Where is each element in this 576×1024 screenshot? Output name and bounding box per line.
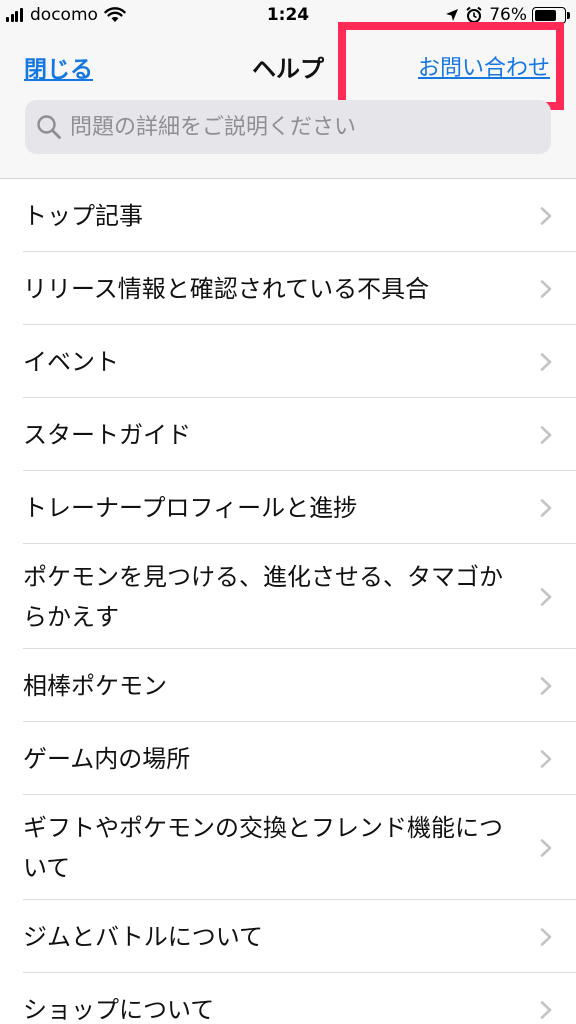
chevron-right-icon: [540, 749, 552, 768]
list-item-events[interactable]: イベント: [0, 325, 576, 398]
chevron-right-icon: [540, 587, 552, 606]
chevron-right-icon: [540, 352, 552, 371]
list-item-label: スタートガイド: [23, 420, 191, 449]
list-item-shop[interactable]: ショップについて: [0, 973, 576, 1024]
battery-icon: [532, 6, 570, 24]
contact-us-button[interactable]: お問い合わせ: [418, 50, 550, 82]
navigation-bar: 閉じる ヘルプ お問い合わせ: [0, 22, 576, 179]
list-item-label: ジムとバトルについて: [23, 922, 263, 951]
list-item-gifts-trading-friends[interactable]: ギフトやポケモンの交換とフレンド機能について: [0, 795, 576, 900]
chevron-right-icon: [540, 1000, 552, 1019]
list-item-label: 相棒ポケモン: [23, 671, 167, 700]
chevron-right-icon: [540, 838, 552, 857]
search-icon: [37, 115, 61, 139]
search-bar[interactable]: [25, 100, 551, 154]
chevron-right-icon: [540, 927, 552, 946]
search-input[interactable]: [70, 114, 530, 140]
list-item-trainer-profile[interactable]: トレーナープロフィールと進捗: [0, 471, 576, 544]
chevron-right-icon: [540, 425, 552, 444]
list-item-label: トレーナープロフィールと進捗: [23, 493, 358, 522]
list-item-start-guide[interactable]: スタートガイド: [0, 398, 576, 471]
list-item-top-articles[interactable]: トップ記事: [0, 179, 576, 252]
list-item-label: ゲーム内の場所: [23, 744, 191, 773]
help-screen: docomo 1:24 76% 閉じる ヘルプ お問い合わせ 問題の詳細をご説明…: [0, 0, 576, 1024]
list-item-gyms-battles[interactable]: ジムとバトルについて: [0, 900, 576, 973]
list-item-label: ギフトやポケモンの交換とフレンド機能について: [23, 813, 503, 882]
chevron-right-icon: [540, 206, 552, 225]
chevron-right-icon: [540, 279, 552, 298]
help-topic-list: トップ記事 リリース情報と確認されている不具合 イベント スタートガイド トレー…: [0, 179, 576, 1024]
list-item-label: トップ記事: [23, 201, 143, 230]
list-item-label: ショップについて: [23, 995, 215, 1024]
location-arrow-icon: [446, 9, 459, 21]
list-item-label: ポケモンを見つける、進化させる、タマゴからかえす: [23, 562, 503, 631]
list-item-label: リリース情報と確認されている不具合: [23, 274, 430, 303]
chevron-right-icon: [540, 676, 552, 695]
close-button[interactable]: 閉じる: [24, 50, 93, 84]
chevron-right-icon: [540, 498, 552, 517]
list-item-release-info[interactable]: リリース情報と確認されている不具合: [0, 252, 576, 325]
list-item-find-pokemon[interactable]: ポケモンを見つける、進化させる、タマゴからかえす: [0, 544, 576, 649]
list-item-buddy-pokemon[interactable]: 相棒ポケモン: [0, 649, 576, 722]
list-item-in-game-locations[interactable]: ゲーム内の場所: [0, 722, 576, 795]
list-item-label: イベント: [23, 347, 119, 376]
